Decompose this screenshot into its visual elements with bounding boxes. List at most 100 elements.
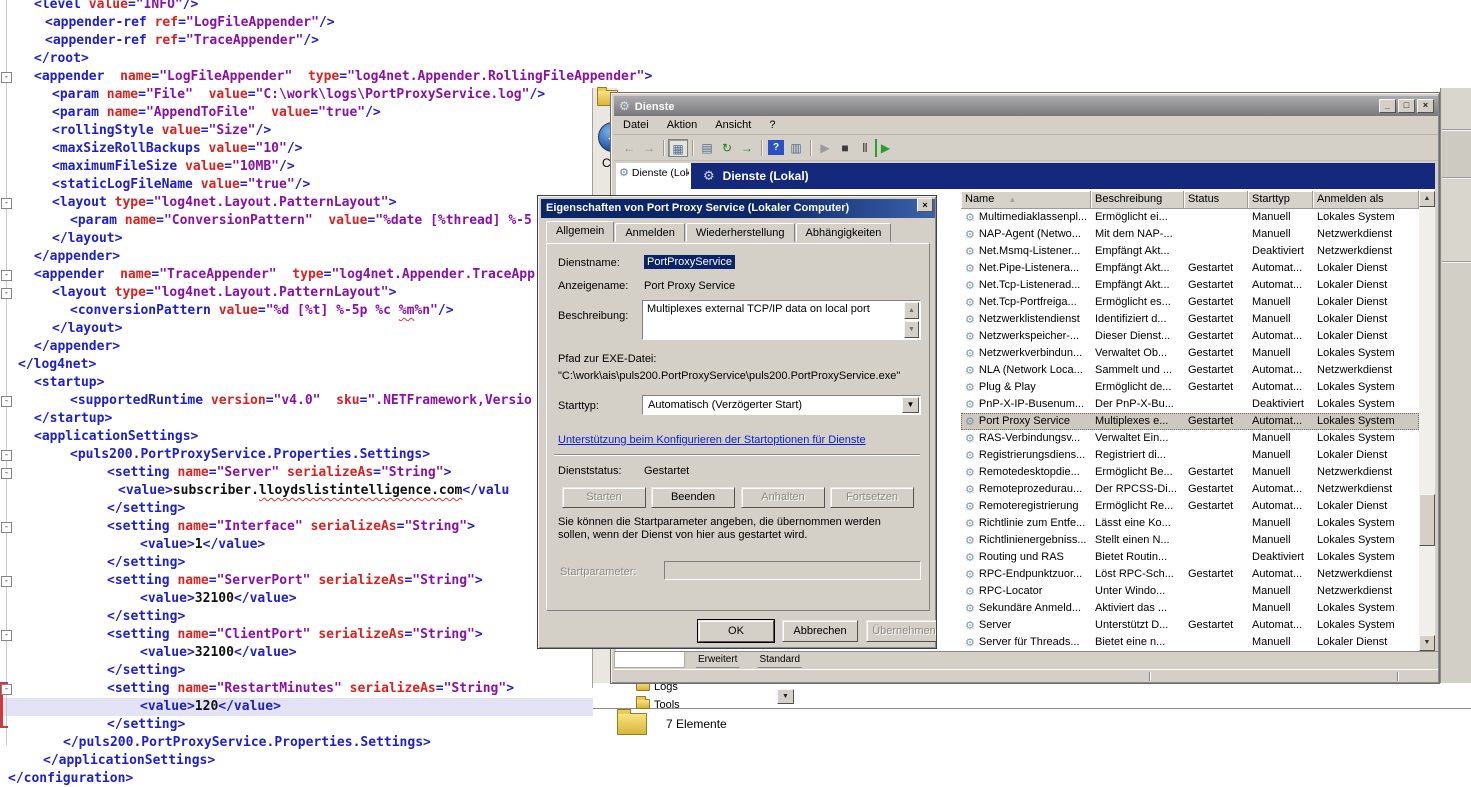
tab-abhngigkeiten[interactable]: Abhängigkeiten: [796, 223, 892, 242]
resume-service-icon[interactable]: ▶: [875, 139, 893, 157]
description-box[interactable]: Multiplexes external TCP/IP data on loca…: [642, 300, 921, 340]
scroll-up-icon[interactable]: ▲: [904, 302, 919, 319]
service-row[interactable]: ⚙Port Proxy ServiceMultiplexes e...Gesta…: [961, 413, 1419, 430]
tab-anmelden[interactable]: Anmelden: [615, 223, 685, 242]
service-row[interactable]: ⚙Richtlinie zum Entfe...Lässt eine Ko...…: [961, 515, 1419, 532]
service-row[interactable]: ⚙RemoteregistrierungErmöglicht Re...Gest…: [961, 498, 1419, 515]
menu-item[interactable]: ?: [760, 119, 784, 131]
service-name: Remotedesktopdie...: [979, 464, 1080, 481]
fold-marker-icon[interactable]: -: [1, 630, 12, 641]
dialog-titlebar[interactable]: Eigenschaften von Port Proxy Service (Lo…: [541, 199, 935, 218]
view-tab-erweitert[interactable]: Erweitert: [688, 652, 747, 668]
maximize-button[interactable]: □: [1398, 99, 1415, 113]
service-row[interactable]: ⚙ServerUnterstützt D...GestartetAutomat.…: [961, 617, 1419, 634]
help-icon[interactable]: ?: [768, 140, 784, 155]
service-row[interactable]: ⚙Routing und RASBietet Routin...Deaktivi…: [961, 549, 1419, 566]
service-row[interactable]: ⚙Plug & PlayErmöglicht de...GestartetAut…: [961, 379, 1419, 396]
fold-marker-icon[interactable]: -: [1, 288, 12, 299]
fold-marker-icon[interactable]: -: [1, 522, 12, 533]
service-logon-cell: Netzwerkdienst: [1313, 226, 1419, 243]
service-row[interactable]: ⚙Remoteprozedurau...Der RPCSS-Di...Gesta…: [961, 481, 1419, 498]
startup-type-select[interactable]: Automatisch (Verzögerter Start) ▼: [642, 395, 921, 415]
chevron-down-icon[interactable]: ▼: [902, 397, 919, 413]
service-row[interactable]: ⚙Richtlinienergebniss...Stellt einen N..…: [961, 532, 1419, 549]
fold-marker-icon[interactable]: -: [1, 396, 12, 407]
service-row[interactable]: ⚙NLA (Network Loca...Sammelt und ...Gest…: [961, 362, 1419, 379]
fold-marker-icon[interactable]: -: [1, 72, 12, 83]
export-list-icon[interactable]: →: [737, 139, 757, 157]
show-tree-icon[interactable]: ▥: [786, 139, 806, 157]
fold-marker-icon[interactable]: -: [1, 576, 12, 587]
service-start-cell: Manuell: [1248, 311, 1313, 328]
service-row[interactable]: ⚙PnP-X-IP-Busenum...Der PnP-X-Bu...Deakt…: [961, 396, 1419, 413]
stop-button[interactable]: Beenden: [651, 487, 735, 508]
folder-item[interactable]: Tools: [636, 699, 680, 715]
menu-item[interactable]: Datei: [614, 119, 658, 131]
service-row[interactable]: ⚙Netzwerkverbindun...Verwaltet Ob...Gest…: [961, 345, 1419, 362]
service-name-cell: ⚙Netzwerkspeicher-...: [961, 328, 1091, 345]
service-desc-cell: Ermöglicht Be...: [1091, 464, 1184, 481]
fold-marker-icon[interactable]: -: [1, 270, 12, 281]
column-header-anmeldenals[interactable]: Anmelden als: [1313, 191, 1419, 209]
column-header-starttyp[interactable]: Starttyp: [1248, 191, 1313, 209]
pause-service-icon[interactable]: Ⅱ: [855, 139, 875, 157]
tab-allgemein[interactable]: Allgemein: [546, 221, 614, 242]
close-icon[interactable]: ×: [917, 198, 933, 212]
scroll-down-icon[interactable]: ▼: [1419, 635, 1435, 651]
scroll-down-icon[interactable]: ▼: [904, 321, 919, 338]
service-row[interactable]: ⚙RPC-LocatorUnter Windo...ManuellNetzwer…: [961, 583, 1419, 600]
service-row[interactable]: ⚙RPC-Endpunktzuor...Löst RPC-Sch...Gesta…: [961, 566, 1419, 583]
start-parameters-note: Sie können die Startparameter angeben, d…: [558, 516, 914, 542]
menu-item[interactable]: Aktion: [658, 119, 707, 131]
scrollbar[interactable]: ▲ ▼: [1419, 191, 1435, 651]
service-status-cell: [1184, 549, 1248, 566]
startup-options-help-link[interactable]: Unterstützung beim Konfigurieren der Sta…: [558, 434, 866, 446]
column-header-status[interactable]: Status: [1184, 191, 1248, 209]
show-window-icon[interactable]: ▦: [668, 139, 688, 157]
view-tab-standard[interactable]: Standard: [749, 652, 810, 668]
service-row[interactable]: ⚙NAP-Agent (Netwo...Mit dem NAP-...Manue…: [961, 226, 1419, 243]
service-row[interactable]: ⚙Net.Tcp-Portfreiga...Ermöglicht es...Ge…: [961, 294, 1419, 311]
fold-marker-icon[interactable]: -: [1, 684, 12, 695]
minimize-button[interactable]: _: [1379, 99, 1396, 113]
scrollbar-thumb[interactable]: [1419, 494, 1435, 546]
service-row[interactable]: ⚙RAS-Verbindungsv...Verwaltet Ein...Manu…: [961, 430, 1419, 447]
toolbar-separator: [810, 140, 811, 156]
close-button[interactable]: ×: [1417, 99, 1434, 113]
service-row[interactable]: ⚙NetzwerklistendienstIdentifiziert d...G…: [961, 311, 1419, 328]
service-row[interactable]: ⚙Registrierungsdiens...Registriert di...…: [961, 447, 1419, 464]
back-icon[interactable]: ←: [619, 139, 639, 157]
cancel-button[interactable]: Abbrechen: [782, 620, 858, 642]
refresh-icon[interactable]: ↻: [717, 139, 737, 157]
service-row[interactable]: ⚙Net.Tcp-Listenerad...Empfängt Akt...Ges…: [961, 277, 1419, 294]
properties-icon[interactable]: ▤: [697, 139, 717, 157]
service-status-cell: [1184, 243, 1248, 260]
fold-marker-icon[interactable]: -: [1, 468, 12, 479]
code-line: </root>: [0, 50, 1471, 68]
service-row[interactable]: ⚙Net.Msmq-Listener...Empfängt Akt...Deak…: [961, 243, 1419, 260]
menu-item[interactable]: Ansicht: [706, 119, 760, 131]
scroll-up-icon[interactable]: ▲: [1419, 191, 1435, 207]
start-service-icon[interactable]: ▶: [815, 139, 835, 157]
gear-icon: ⚙: [965, 328, 975, 345]
service-row[interactable]: ⚙Remotedesktopdie...Ermöglicht Be...Gest…: [961, 464, 1419, 481]
fold-marker-icon[interactable]: -: [1, 450, 12, 461]
service-row[interactable]: ⚙Multimediaklassenpl...Ermöglicht ei...M…: [961, 209, 1419, 226]
tab-wiederherstellung[interactable]: Wiederherstellung: [686, 223, 795, 242]
column-header-name[interactable]: Name▲: [961, 191, 1091, 209]
service-row[interactable]: ⚙Server für Threads...Bietet eine n...Ma…: [961, 634, 1419, 651]
service-row[interactable]: ⚙Sekundäre Anmeld...Aktiviert das ...Man…: [961, 600, 1419, 617]
fold-marker-icon[interactable]: -: [1, 198, 12, 209]
toolbar-separator: [692, 140, 693, 156]
stop-service-icon[interactable]: ■: [835, 139, 855, 157]
forward-icon[interactable]: →: [639, 139, 659, 157]
services-titlebar[interactable]: ⚙Dienste _□×: [614, 96, 1438, 116]
service-row[interactable]: ⚙Netzwerkspeicher-...Dieser Dienst...Ges…: [961, 328, 1419, 345]
service-row[interactable]: ⚙Net.Pipe-Listenera...Empfängt Akt...Ges…: [961, 260, 1419, 277]
column-header-beschreibung[interactable]: Beschreibung: [1091, 191, 1184, 209]
ok-button[interactable]: OK: [698, 620, 774, 642]
service-name-value[interactable]: PortProxyService: [644, 255, 735, 269]
service-name: PnP-X-IP-Busenum...: [979, 396, 1084, 413]
tree-item-dienste-lokal[interactable]: ⚙Dienste (Lokal): [619, 166, 689, 182]
chevron-down-icon[interactable]: ▼: [777, 689, 794, 704]
